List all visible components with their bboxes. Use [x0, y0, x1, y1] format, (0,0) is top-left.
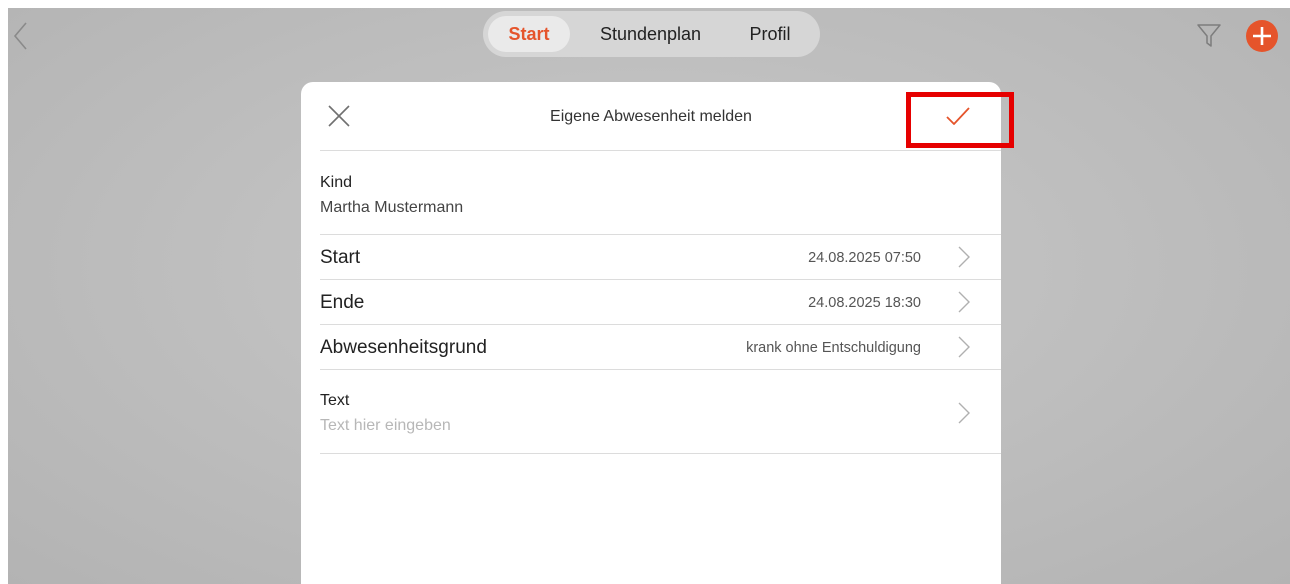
kind-value: Martha Mustermann — [320, 199, 464, 216]
divider — [320, 453, 1001, 454]
divider — [320, 279, 1001, 280]
dialog-title: Eigene Abwesenheit melden — [550, 108, 752, 125]
chevron-right-icon — [958, 291, 970, 313]
filter-button[interactable] — [1196, 22, 1222, 50]
chevron-right-icon — [958, 246, 970, 268]
chevron-right-icon — [958, 336, 970, 358]
divider — [320, 369, 1001, 370]
text-label: Text — [320, 392, 350, 409]
plus-circle-icon — [1246, 20, 1278, 52]
start-value: 24.08.2025 07:50 — [808, 250, 921, 266]
segmented-tab-bar: Start Stundenplan Profil — [483, 11, 820, 57]
tab-start[interactable]: Start — [488, 16, 570, 52]
divider — [320, 234, 1001, 235]
abwesenheitsgrund-label: Abwesenheitsgrund — [320, 337, 487, 358]
app-screen: Start Stundenplan Profil Eigene Abwesenh… — [8, 8, 1290, 584]
start-label: Start — [320, 247, 361, 268]
absence-dialog: Eigene Abwesenheit melden Kind Martha Mu… — [301, 82, 1014, 584]
divider — [320, 324, 1001, 325]
confirm-highlight-box — [906, 92, 1014, 148]
tab-profil[interactable]: Profil — [734, 16, 806, 52]
kind-label: Kind — [320, 174, 353, 191]
ende-label: Ende — [320, 292, 365, 313]
back-button[interactable] — [10, 20, 34, 52]
filter-icon — [1197, 24, 1221, 47]
add-button[interactable] — [1245, 19, 1279, 53]
text-input[interactable]: Text hier eingeben — [320, 417, 451, 435]
chevron-left-icon — [13, 22, 27, 50]
chevron-right-icon — [958, 402, 970, 424]
divider — [320, 150, 1001, 151]
abwesenheitsgrund-value: krank ohne Entschuldigung — [746, 340, 921, 356]
tab-stundenplan[interactable]: Stundenplan — [583, 16, 718, 52]
ende-value: 24.08.2025 18:30 — [808, 295, 921, 311]
